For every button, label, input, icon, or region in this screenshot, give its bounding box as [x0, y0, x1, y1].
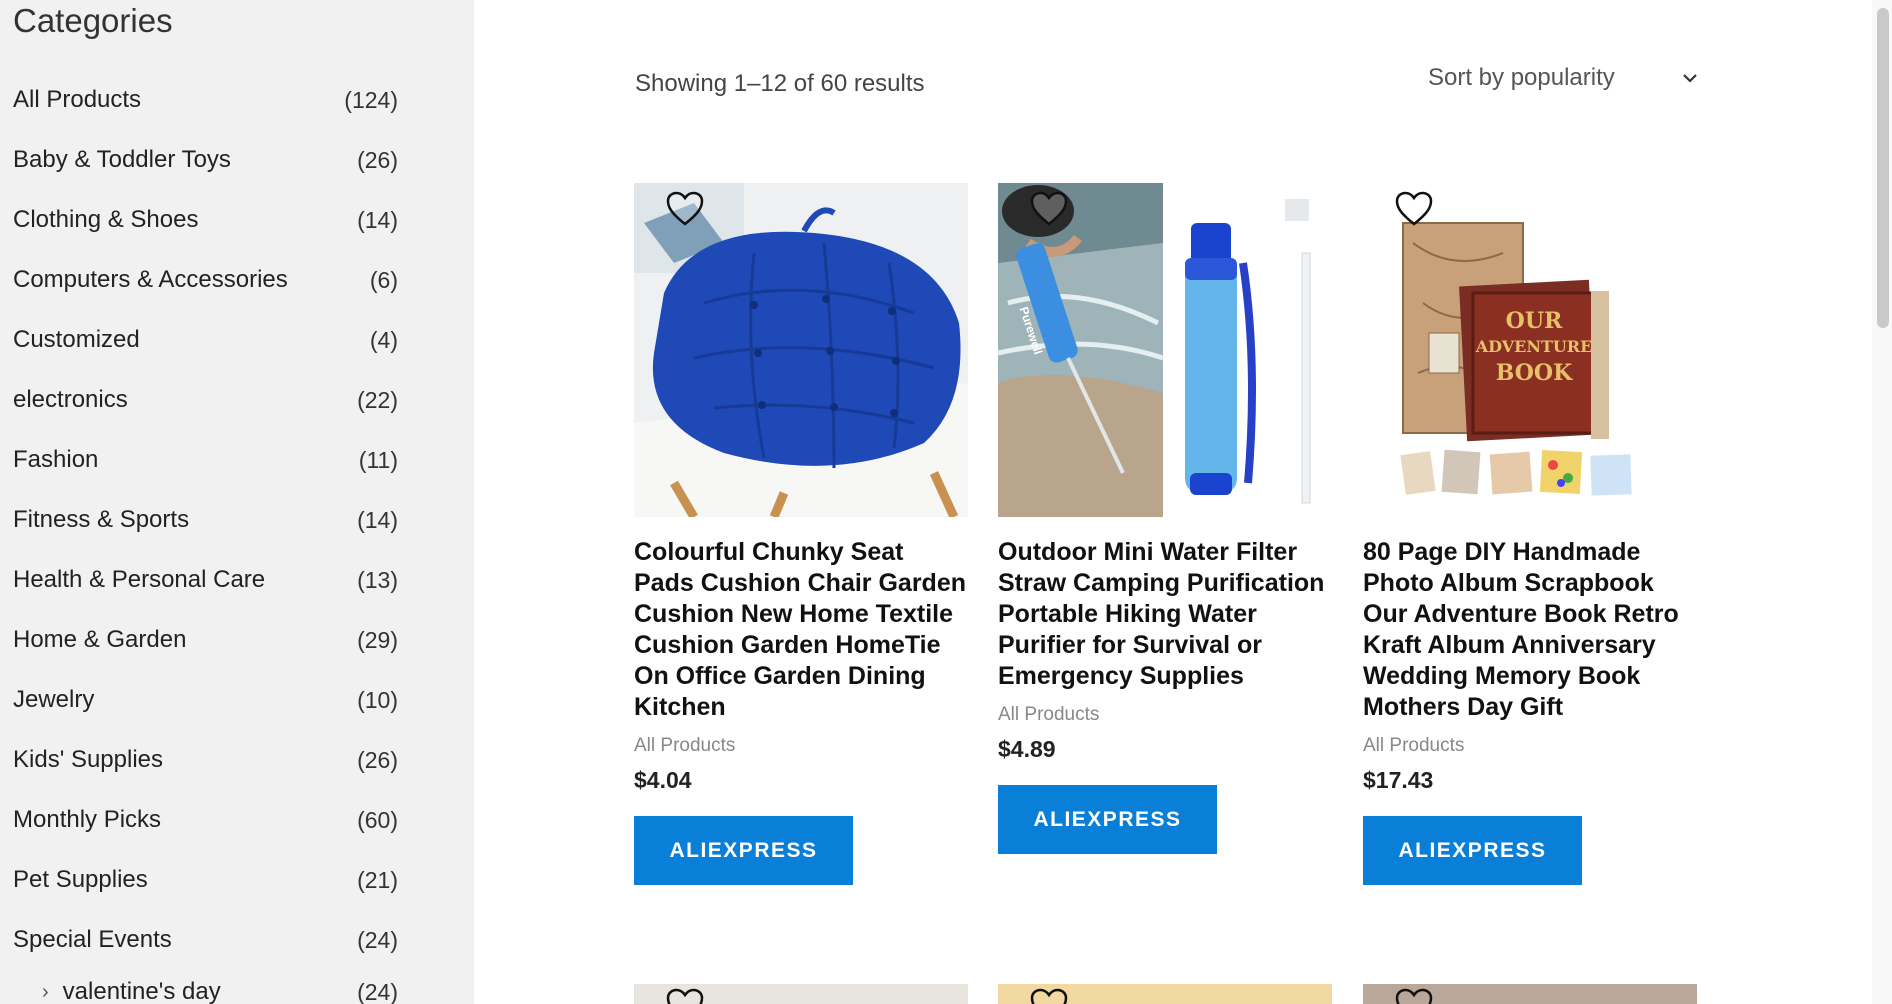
scrollbar-thumb[interactable] [1877, 8, 1889, 328]
aliexpress-button[interactable]: ALIEXPRESS [998, 785, 1217, 854]
sort-dropdown[interactable]: Sort by popularity [1428, 60, 1698, 96]
product-title[interactable]: 80 Page DIY Handmade Photo Album Scrapbo… [1363, 537, 1697, 723]
category-item-pet-supplies[interactable]: Pet Supplies (21) [0, 850, 398, 910]
aliexpress-button[interactable]: ALIEXPRESS [1363, 816, 1582, 885]
category-item-home-garden[interactable]: Home & Garden (29) [0, 610, 398, 670]
category-label: All Products [13, 86, 142, 113]
product-price: $4.04 [634, 767, 692, 793]
category-count: (14) [357, 206, 398, 233]
category-label: Baby & Toddler Toys [13, 146, 231, 173]
shop-page: Categories All Products (124) Baby & Todd… [0, 0, 1892, 1004]
category-label: valentine's day [62, 978, 221, 1004]
category-label: Health & Personal Care [13, 566, 266, 593]
product-image[interactable]: Purewell [998, 183, 1332, 517]
category-label: Kids' Supplies [13, 746, 163, 773]
product-image-partial[interactable] [634, 984, 968, 1004]
category-count: (26) [357, 146, 398, 173]
category-label: Special Events [13, 926, 172, 953]
product-image[interactable]: OUR ADVENTURE BOOK [1363, 183, 1697, 517]
category-count: (124) [344, 86, 398, 113]
category-list: All Products (124) Baby & Toddler Toys (26… [0, 70, 474, 1004]
sidebar-title: Categories [13, 2, 173, 39]
category-item-valentines-day[interactable]: › valentine's day (24) [0, 970, 398, 1004]
product-title[interactable]: Colourful Chunky Seat Pads Cushion Chair… [634, 537, 968, 723]
results-count: Showing 1–12 of 60 results [635, 70, 925, 97]
category-label: Fitness & Sports [13, 506, 190, 533]
water-filter-photo [998, 183, 1332, 517]
category-label: Computers & Accessories [13, 266, 288, 293]
product-image-partial[interactable] [1363, 984, 1697, 1004]
category-label: Clothing & Shoes [13, 206, 199, 233]
product-category[interactable]: All Products [634, 735, 968, 757]
category-count: (26) [357, 746, 398, 773]
product-image-partial[interactable] [998, 984, 1332, 1004]
sort-label: Sort by popularity [1428, 64, 1615, 91]
category-label: electronics [13, 386, 128, 413]
wishlist-heart-icon[interactable] [666, 988, 704, 1004]
wishlist-heart-icon[interactable] [1030, 191, 1068, 227]
category-count: (11) [358, 446, 398, 473]
category-count: (22) [357, 386, 398, 413]
category-count: (21) [357, 866, 398, 893]
category-count: (6) [369, 266, 398, 293]
chevron-down-icon [1683, 74, 1697, 83]
aliexpress-button[interactable]: ALIEXPRESS [634, 816, 853, 885]
subcategory-left: › valentine's day [42, 978, 221, 1004]
cover-line: OUR [1505, 308, 1563, 334]
product-price: $4.89 [998, 736, 1056, 762]
category-item-kids-supplies[interactable]: Kids' Supplies (26) [0, 730, 398, 790]
category-count: (24) [357, 926, 398, 953]
category-sidebar: Categories All Products (124) Baby & Todd… [0, 0, 474, 1004]
product-category[interactable]: All Products [1363, 735, 1697, 757]
product-card: Colourful Chunky Seat Pads Cushion Chair… [634, 183, 968, 885]
book-cover-text: OUR ADVENTURE BOOK [1475, 308, 1593, 386]
category-item-customized[interactable]: Customized (4) [0, 310, 398, 370]
category-count: (13) [357, 566, 398, 593]
category-item-jewelry[interactable]: Jewelry (10) [0, 670, 398, 730]
cushion-photo [634, 183, 968, 517]
category-item-monthly-picks[interactable]: Monthly Picks (60) [0, 790, 398, 850]
category-label: Monthly Picks [13, 806, 162, 833]
category-label: Jewelry [13, 686, 95, 713]
category-count: (60) [357, 806, 398, 833]
category-label: Pet Supplies [13, 866, 148, 893]
category-item-fitness-sports[interactable]: Fitness & Sports (14) [0, 490, 398, 550]
category-label: Customized [13, 326, 140, 353]
cover-line: ADVENTURE [1475, 337, 1593, 356]
category-count: (4) [369, 326, 398, 353]
category-item-computers-accessories[interactable]: Computers & Accessories (6) [0, 250, 398, 310]
category-item-baby-toddler-toys[interactable]: Baby & Toddler Toys (26) [0, 130, 398, 190]
category-item-clothing-shoes[interactable]: Clothing & Shoes (14) [0, 190, 398, 250]
cover-line: BOOK [1495, 360, 1573, 386]
category-label: Home & Garden [13, 626, 187, 653]
category-item-all-products[interactable]: All Products (124) [0, 70, 398, 130]
wishlist-heart-icon[interactable] [1395, 988, 1433, 1004]
wishlist-heart-icon[interactable] [666, 191, 704, 227]
wishlist-heart-icon[interactable] [1030, 988, 1068, 1004]
category-count: (14) [357, 506, 398, 533]
product-image[interactable] [634, 183, 968, 517]
category-count: (10) [357, 686, 398, 713]
product-title[interactable]: Outdoor Mini Water Filter Straw Camping … [998, 537, 1332, 692]
category-count: (29) [357, 626, 398, 653]
product-category[interactable]: All Products [998, 704, 1332, 726]
chevron-right-icon: › [42, 980, 49, 1003]
product-card: OUR ADVENTURE BOOK 80 Page DIY Handmade … [1363, 183, 1697, 885]
category-item-health-personal-care[interactable]: Health & Personal Care (13) [0, 550, 398, 610]
category-label: Fashion [13, 446, 99, 473]
category-item-special-events[interactable]: Special Events (24) [0, 910, 398, 970]
page-scrollbar[interactable] [1872, 0, 1892, 1004]
product-price: $17.43 [1363, 767, 1434, 793]
wishlist-heart-icon[interactable] [1395, 191, 1433, 227]
category-item-fashion[interactable]: Fashion (11) [0, 430, 398, 490]
category-item-electronics[interactable]: electronics (22) [0, 370, 398, 430]
category-count: (24) [357, 978, 398, 1004]
product-card: Purewell Outdoor Mini Water Filter Straw… [998, 183, 1332, 854]
